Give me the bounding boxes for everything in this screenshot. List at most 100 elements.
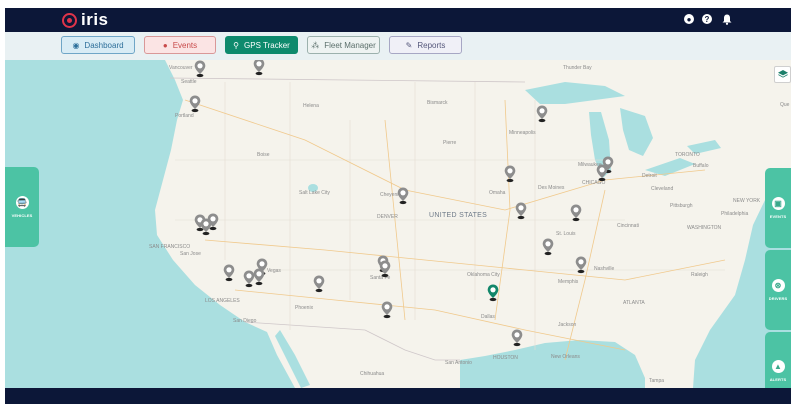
map-label-philadelphia: Philadelphia bbox=[721, 211, 749, 217]
tab-events-label: Events bbox=[172, 40, 198, 50]
tab-fleet-manager[interactable]: ⁂ Fleet Manager bbox=[307, 36, 380, 54]
map-label-united-states: UNITED STATES bbox=[429, 212, 488, 219]
vehicle-pin-icon[interactable] bbox=[379, 260, 391, 278]
vehicle-pin-icon[interactable] bbox=[253, 60, 265, 76]
map-label-boise: Boise bbox=[257, 152, 270, 158]
alerts-tab-label: ALERTS bbox=[769, 377, 787, 382]
vehicle-pin-icon[interactable] bbox=[207, 213, 219, 231]
alerts-panel-tab[interactable]: ▲ ALERTS bbox=[765, 332, 791, 388]
map-label-vegas: Vegas bbox=[267, 268, 281, 274]
vehicle-pin-icon[interactable] bbox=[397, 187, 409, 205]
logo-text: iris bbox=[81, 10, 109, 29]
tab-dashboard[interactable]: ◉ Dashboard bbox=[61, 36, 135, 54]
map-base bbox=[5, 60, 791, 388]
map-label-san-jose: San Jose bbox=[180, 251, 201, 257]
map-label-jackson: Jackson bbox=[558, 322, 577, 328]
vehicle-pin-icon[interactable] bbox=[536, 105, 548, 123]
map-label-salt-lake: Salt Lake City bbox=[299, 190, 330, 196]
map-label-nashville: Nashville bbox=[594, 266, 615, 272]
map-label-pittsburgh: Pittsburgh bbox=[670, 203, 693, 209]
map-label-omaha: Omaha bbox=[489, 190, 506, 196]
map-label-des-moines: Des Moines bbox=[538, 185, 565, 191]
vehicle-pin-icon[interactable] bbox=[570, 204, 582, 222]
tab-dashboard-label: Dashboard bbox=[84, 40, 124, 50]
map-label-san-antonio: San Antonio bbox=[445, 360, 472, 366]
map-label-chihuahua: Chihuahua bbox=[360, 371, 385, 377]
map-label-pierre: Pierre bbox=[443, 140, 457, 146]
map-label-thunder-bay: Thunder Bay bbox=[563, 65, 592, 71]
vehicle-pin-icon[interactable] bbox=[575, 256, 587, 274]
top-bar: iris ● ? bbox=[5, 8, 791, 32]
app-window: iris ● ? ◉ Dashboard ● Events ⚲ GPS Trac… bbox=[5, 8, 791, 404]
map-label-houston: HOUSTON bbox=[493, 355, 518, 361]
map-label-buffalo: Buffalo bbox=[693, 163, 709, 169]
alert-triangle-icon: ▲ bbox=[771, 360, 785, 373]
events-tab-label: EVENTS bbox=[769, 214, 787, 219]
events-panel-tab[interactable]: ▣ EVENTS bbox=[765, 168, 791, 248]
map-label-tampa: Tampa bbox=[649, 378, 665, 384]
bell-icon[interactable] bbox=[720, 13, 733, 26]
map-label-san-diego: San Diego bbox=[233, 318, 257, 324]
vehicle-pin-icon[interactable] bbox=[381, 301, 393, 319]
map-label-st-louis: St. Louis bbox=[556, 231, 576, 237]
gps-map[interactable]: Vancouver Seattle Portland Helena Boise … bbox=[5, 60, 791, 388]
map-label-los-angeles: LOS ANGELES bbox=[205, 298, 240, 304]
map-label-san-francisco: SAN FRANCISCO bbox=[149, 244, 191, 250]
layers-button[interactable] bbox=[774, 66, 791, 83]
map-label-portland: Portland bbox=[175, 113, 194, 119]
help-icon[interactable]: ? bbox=[702, 14, 712, 24]
reports-icon: ✎ bbox=[405, 40, 413, 50]
vehicle-pin-icon[interactable] bbox=[313, 275, 325, 293]
gps-person-icon: ⚲ bbox=[233, 40, 240, 50]
map-label-bismarck: Bismarck bbox=[427, 100, 448, 106]
map-label-toronto: TORONTO bbox=[675, 152, 700, 158]
events-icon: ● bbox=[162, 40, 168, 50]
tab-reports[interactable]: ✎ Reports bbox=[389, 36, 462, 54]
map-label-helena: Helena bbox=[303, 103, 319, 109]
vehicle-pin-icon[interactable] bbox=[511, 329, 523, 347]
drivers-tab-label: DRIVERS bbox=[768, 296, 788, 301]
user-icon[interactable]: ● bbox=[684, 14, 694, 24]
vehicle-icon: 🚍 bbox=[15, 196, 29, 209]
vehicle-pin-icon[interactable] bbox=[253, 268, 265, 286]
fleet-icon: ⁂ bbox=[311, 40, 320, 50]
vehicle-pin-icon[interactable] bbox=[194, 60, 206, 78]
drivers-panel-tab[interactable]: ⊛ DRIVERS bbox=[765, 250, 791, 330]
vehicle-pin-icon[interactable] bbox=[515, 202, 527, 220]
tab-gps-tracker[interactable]: ⚲ GPS Tracker bbox=[225, 36, 298, 54]
map-label-dallas: Dallas bbox=[481, 314, 495, 320]
events-tab-icon: ▣ bbox=[771, 197, 785, 210]
map-label-phoenix: Phoenix bbox=[295, 305, 314, 311]
tab-gps-label: GPS Tracker bbox=[244, 40, 290, 50]
map-label-new-orleans: New Orleans bbox=[551, 354, 580, 360]
map-label-detroit: Detroit bbox=[642, 173, 657, 179]
bottom-bar bbox=[5, 388, 791, 404]
top-icons: ● ? bbox=[684, 13, 733, 26]
nav-bar: ◉ Dashboard ● Events ⚲ GPS Tracker ⁂ Fle… bbox=[5, 32, 791, 60]
map-label-cleveland: Cleveland bbox=[651, 186, 674, 192]
map-label-atlanta: ATLANTA bbox=[623, 300, 645, 306]
map-label-new-york: NEW YORK bbox=[733, 198, 761, 204]
map-label-raleigh: Raleigh bbox=[691, 272, 708, 278]
vehicle-pin-icon[interactable] bbox=[542, 238, 554, 256]
iris-logo[interactable]: iris bbox=[62, 10, 109, 30]
map-label-seattle: Seattle bbox=[181, 79, 197, 85]
tab-fleet-label: Fleet Manager bbox=[324, 40, 376, 50]
map-label-washington: WASHINGTON bbox=[687, 225, 722, 231]
vehicles-tab-label: VEHICLES bbox=[11, 213, 33, 218]
vehicle-pin-icon[interactable] bbox=[487, 284, 499, 302]
steering-wheel-icon: ⊛ bbox=[771, 279, 785, 292]
dashboard-icon: ◉ bbox=[72, 40, 80, 50]
tab-events[interactable]: ● Events bbox=[144, 36, 216, 54]
vehicle-pin-icon[interactable] bbox=[596, 164, 608, 182]
map-label-memphis: Memphis bbox=[558, 279, 579, 285]
map-label-cincinnati: Cincinnati bbox=[617, 223, 639, 229]
layers-icon bbox=[777, 70, 788, 78]
vehicles-panel-tab[interactable]: 🚍 VEHICLES bbox=[5, 167, 39, 247]
vehicle-pin-icon[interactable] bbox=[189, 95, 201, 113]
vehicle-pin-icon[interactable] bbox=[223, 264, 235, 282]
tab-reports-label: Reports bbox=[417, 40, 446, 50]
map-label-denver: DENVER bbox=[377, 214, 398, 220]
logo-mark-icon bbox=[62, 12, 77, 28]
vehicle-pin-icon[interactable] bbox=[504, 165, 516, 183]
